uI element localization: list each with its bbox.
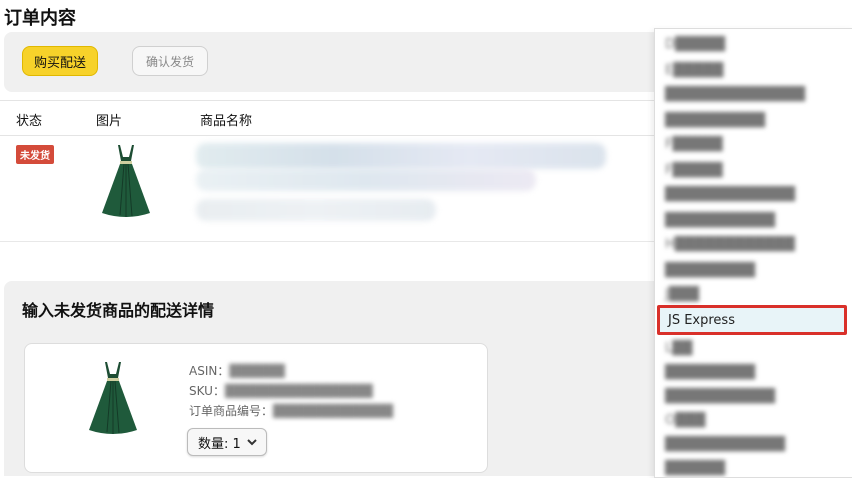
image-column-header: 图片 — [96, 114, 123, 129]
carrier-dropdown-list[interactable]: D█████ E█████ ██████████████ ██████████ … — [654, 28, 852, 478]
carrier-option-redacted[interactable]: D█████ — [665, 37, 725, 52]
order-item-label: 订单商品编号： — [189, 404, 274, 418]
chevron-down-icon — [247, 439, 257, 446]
status-column-header: 状态 — [16, 114, 43, 129]
order-item-value-redacted: █████████████ — [273, 404, 393, 418]
sku-value-redacted: ████████████████ — [224, 384, 373, 398]
asin-label: ASIN： — [189, 364, 230, 378]
product-name-column-header: 商品名称 — [200, 114, 253, 129]
sku-line: SKU：████████████████ — [189, 382, 373, 399]
quantity-label: 数量: 1 — [198, 436, 241, 452]
carrier-option-redacted[interactable]: █████████ — [665, 365, 755, 380]
quantity-select[interactable]: 数量: 1 — [187, 428, 267, 456]
page-title: 订单内容 — [4, 8, 76, 29]
shipping-details-panel: 输入未发货商品的配送详情 ASIN：██████ SKU：███████████… — [4, 281, 664, 476]
carrier-option-redacted[interactable]: ███████████ — [665, 213, 775, 228]
table-row: 未发货 — [0, 135, 664, 242]
blurred-product-sku — [196, 199, 436, 221]
blurred-product-name — [196, 143, 606, 169]
asin-value-redacted: ██████ — [229, 364, 285, 378]
carrier-option-redacted[interactable]: E█████ — [665, 63, 723, 78]
carrier-option-redacted[interactable]: ███████████ — [665, 389, 775, 404]
carrier-option-redacted[interactable]: █████████ — [665, 263, 755, 278]
carrier-option-redacted[interactable]: █████████████ — [665, 187, 795, 202]
carrier-option-redacted[interactable]: ██████████████ — [665, 87, 805, 102]
carrier-option-redacted[interactable]: F█████ — [665, 163, 722, 178]
sku-label: SKU： — [189, 384, 225, 398]
carrier-option-redacted[interactable]: ████████████ — [665, 437, 785, 452]
carrier-option-redacted[interactable]: H████████████ — [665, 237, 795, 252]
blurred-product-detail — [196, 169, 536, 191]
order-table-header: 状态 图片 商品名称 — [0, 100, 664, 136]
product-card: ASIN：██████ SKU：████████████████ 订单商品编号：… — [24, 343, 488, 473]
action-panel: 购买配送 确认发货 — [4, 32, 664, 92]
carrier-option-redacted[interactable]: ██████ — [665, 461, 725, 476]
carrier-option-redacted[interactable]: ██████████ — [665, 113, 765, 128]
dress-product-image — [89, 362, 137, 434]
dress-product-image — [102, 145, 150, 217]
carrier-option-redacted[interactable]: O███ — [665, 413, 705, 428]
confirm-shipment-button[interactable]: 确认发货 — [132, 46, 208, 76]
carrier-option-redacted[interactable]: L██ — [665, 341, 692, 356]
carrier-option-js-express[interactable]: JS Express — [657, 305, 847, 335]
carrier-option-redacted[interactable]: F█████ — [665, 137, 722, 152]
asin-line: ASIN：██████ — [189, 362, 285, 379]
shipping-details-title: 输入未发货商品的配送详情 — [22, 301, 215, 320]
status-badge: 未发货 — [16, 145, 54, 164]
buy-shipping-button[interactable]: 购买配送 — [22, 46, 98, 76]
order-item-line: 订单商品编号：█████████████ — [189, 402, 393, 419]
carrier-option-redacted[interactable]: J███ — [665, 287, 699, 302]
